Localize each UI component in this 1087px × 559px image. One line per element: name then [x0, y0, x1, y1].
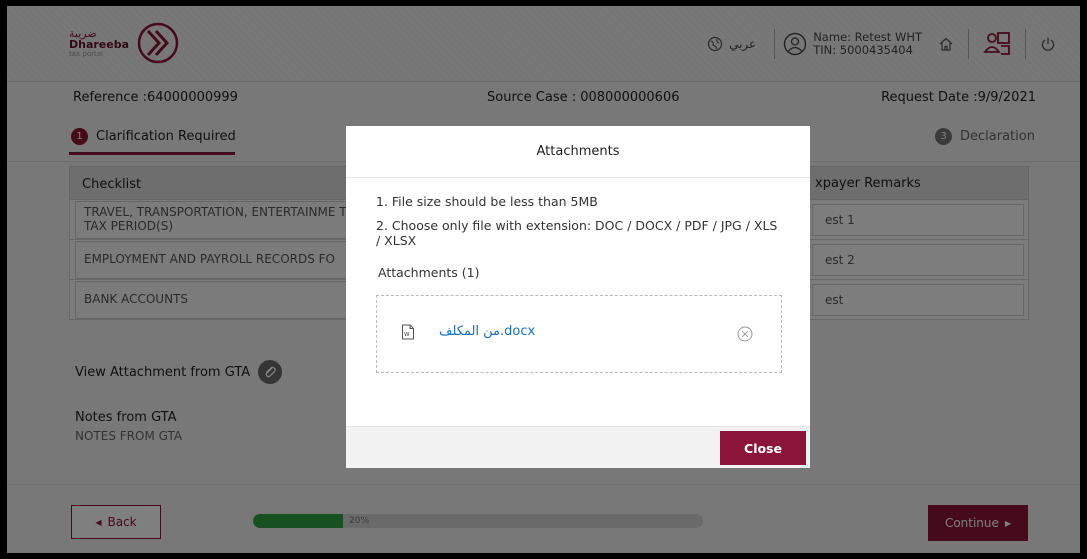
file-size-rule: 1. File size should be less than 5MB [376, 194, 598, 209]
modal-header: Attachments [346, 126, 810, 178]
attachment-file-link[interactable]: من المكلف.docx [439, 324, 535, 340]
file-extension-rule: 2. Choose only file with extension: DOC … [376, 217, 778, 249]
modal-title: Attachments [536, 144, 620, 159]
attachments-modal: Attachments 1. File size should be less … [346, 126, 810, 468]
modal-footer: Close [346, 426, 810, 468]
attachment-list: W من المكلف.docx [376, 294, 782, 373]
attachments-count-label: Attachments (1) [378, 264, 480, 280]
svg-text:W: W [404, 332, 410, 338]
word-file-icon: W [402, 324, 414, 339]
modal-body: 1. File size should be less than 5MB 2. … [346, 178, 810, 373]
remove-attachment-icon[interactable] [737, 326, 753, 342]
close-button[interactable]: Close [720, 431, 806, 465]
app-window: ضريبة Dhareeba tax portal عربي [7, 6, 1080, 553]
